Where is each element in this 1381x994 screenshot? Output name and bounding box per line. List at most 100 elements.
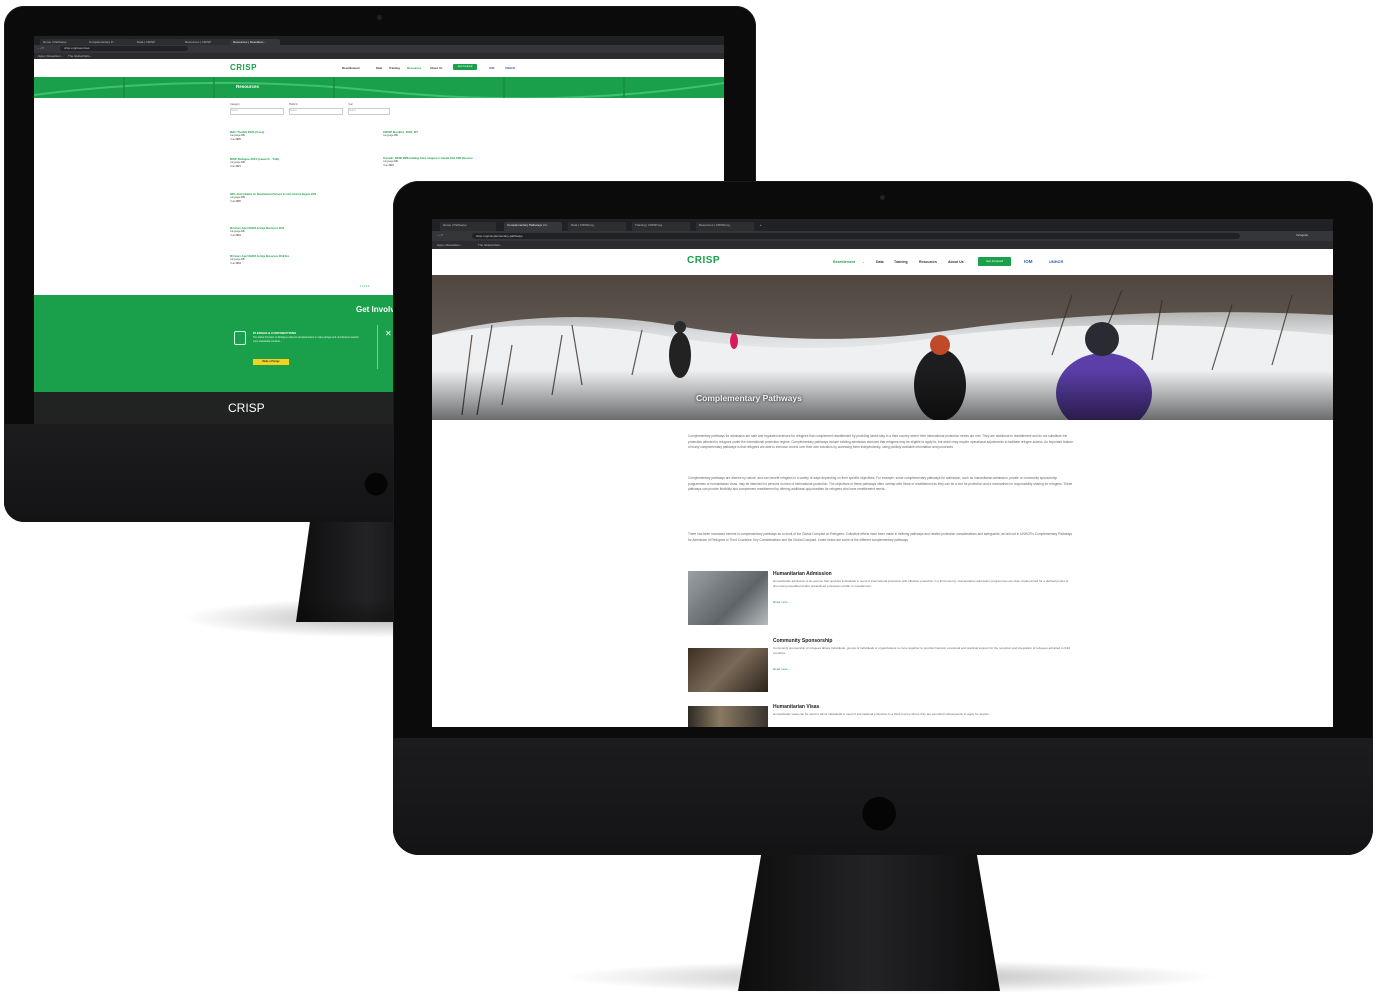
- url-field[interactable]: crisp.org/complementary-pathways: [472, 233, 1240, 239]
- pagination[interactable]: 1 2 3 4 5: [360, 285, 369, 289]
- make-pledge-button[interactable]: Make a Pledge: [253, 359, 289, 365]
- back-tab-bar: Home | Pathways Complementary P... Data …: [34, 36, 724, 50]
- pathway-image: [688, 648, 768, 692]
- apple-logo-icon: ●: [860, 785, 899, 836]
- meta-value: EN: [241, 134, 245, 137]
- nav-buttons-icon[interactable]: ‹ › ⟳: [437, 233, 443, 237]
- meta-value: EN: [241, 161, 245, 164]
- meta-label: Year: [383, 163, 388, 167]
- filter-label: Year: [348, 103, 353, 106]
- url-field[interactable]: crisp.org/resources: [60, 46, 188, 51]
- resource-item: CRISP Booklet_2020_RT Language EN: [383, 130, 533, 138]
- bookmark[interactable]: Apps | Resettlem...: [38, 54, 63, 58]
- page-title: Resources: [236, 84, 260, 89]
- meta-label: Year: [230, 261, 235, 265]
- resource-item: Mi Futuro Aqui UNHCR Anclaje Resources 2…: [230, 227, 380, 237]
- profile-label[interactable]: Incognito: [1296, 233, 1308, 237]
- meta-label: Language: [230, 161, 241, 164]
- meta-label: Language: [383, 160, 394, 163]
- bookmark[interactable]: The Global Refu...: [68, 54, 92, 58]
- pathway-title[interactable]: Community Sponsorship: [773, 638, 832, 644]
- banner-pattern: [34, 77, 724, 98]
- apple-logo-icon: ●: [363, 465, 390, 500]
- hero-title: Complementary Pathways: [696, 393, 802, 403]
- pathway-title[interactable]: Humanitarian Visas: [773, 704, 819, 710]
- pledge-icon: [234, 331, 246, 345]
- year-select[interactable]: Select: [348, 108, 390, 115]
- footer-logo: CRISP: [228, 401, 265, 415]
- nav-resettlement[interactable]: Resettlement: [833, 260, 855, 264]
- pathway-title[interactable]: Humanitarian Admission: [773, 571, 832, 577]
- get-involved-button[interactable]: Get Involved: [453, 64, 477, 70]
- read-more-link[interactable]: Read more →: [773, 600, 792, 604]
- meta-value: ES: [241, 230, 245, 233]
- pathway-card: Humanitarian Admission Humanitarian admi…: [688, 571, 1074, 627]
- meta-label: Year: [230, 233, 235, 237]
- bookmark[interactable]: The Global Refu...: [478, 243, 502, 247]
- pathway-text: Humanitarian visas can be used to admit …: [773, 712, 990, 716]
- nav-resources[interactable]: Resources: [407, 66, 421, 70]
- nav-resources[interactable]: Resources: [919, 260, 937, 264]
- site-logo[interactable]: CRISP: [230, 63, 257, 72]
- iom-logo: IOM: [489, 66, 495, 70]
- nav-about[interactable]: About Us: [430, 66, 442, 70]
- pathway-text: Community sponsorship of refugees allows…: [773, 646, 1071, 655]
- filter-label: Platform: [289, 103, 298, 106]
- back-address-bar: ‹ › ⟳ crisp.org/resources: [34, 45, 724, 53]
- pathway-image: [688, 571, 768, 625]
- platform-select[interactable]: Select: [289, 108, 343, 115]
- nav-about[interactable]: About Us: [948, 260, 964, 264]
- resources-banner: Resources: [34, 77, 724, 98]
- nav-resettlement[interactable]: Resettlement: [342, 66, 360, 70]
- nav-training[interactable]: Training: [389, 66, 400, 70]
- front-screen: Home | Pathways Complementary Pathways |…: [432, 219, 1333, 727]
- resource-item: SRS, Joint Initiative for Resettlement P…: [230, 193, 380, 203]
- bookmark[interactable]: Apps | Resettlem...: [437, 243, 462, 247]
- card-text: The Global Compact on Refugees called on…: [253, 337, 359, 343]
- site-logo[interactable]: CRISP: [687, 255, 720, 266]
- front-address-bar: ‹ › ⟳ crisp.org/complementary-pathways I…: [432, 231, 1333, 241]
- meta-value: EN: [394, 134, 398, 137]
- meta-label: Year: [230, 137, 235, 141]
- meta-value: EN: [241, 196, 245, 199]
- meta-label: Year: [230, 199, 235, 203]
- iom-logo: IOM: [1024, 259, 1033, 264]
- new-tab-icon[interactable]: +: [760, 223, 762, 227]
- front-imac-camera: [880, 195, 885, 200]
- close-icon: ✕: [385, 329, 392, 338]
- meta-label: Language: [230, 134, 241, 137]
- intro-paragraph: Complementary pathways for admission are…: [688, 434, 1073, 450]
- meta-value: 2019: [235, 233, 241, 237]
- pathway-card: Humanitarian Visas Humanitarian visas ca…: [688, 704, 1074, 727]
- unhcr-logo: UNHCR: [1049, 259, 1064, 264]
- card-divider: [377, 325, 378, 369]
- pathway-image: [688, 706, 768, 727]
- nav-buttons-icon[interactable]: ‹ › ⟳: [38, 46, 44, 50]
- back-imac-camera: [377, 15, 382, 20]
- back-bookmarks-bar: Apps | Resettlem... The Global Refu...: [34, 53, 724, 59]
- intro-paragraph: Complementary pathways are diverse by na…: [688, 476, 1073, 492]
- front-imac-stand: [738, 852, 1000, 991]
- pathway-text: Humanitarian admission is an avenue that…: [773, 579, 1069, 588]
- meta-label: Year: [230, 164, 235, 168]
- get-involved-button[interactable]: Get Involved: [978, 257, 1011, 266]
- hero-illustration: [432, 275, 1333, 420]
- meta-label: Language: [230, 258, 241, 261]
- meta-label: Language: [383, 134, 394, 137]
- read-more-link[interactable]: Read more →: [773, 667, 792, 671]
- meta-value: 2021: [235, 164, 241, 168]
- meta-value: 2020: [235, 199, 241, 203]
- nav-training[interactable]: Training: [894, 260, 908, 264]
- nav-data[interactable]: Data: [876, 260, 884, 264]
- category-select[interactable]: Select: [230, 108, 284, 115]
- resource-item: Thematic_CRISP MMR enabling future refug…: [383, 157, 533, 167]
- meta-value: 2019: [235, 261, 241, 265]
- front-tab-bar: Home | Pathways Complementary Pathways |…: [432, 219, 1333, 233]
- resource-item: RISP Refugee 2021 (Launch - ToB) Languag…: [230, 157, 380, 168]
- resource-item: R&C Toolkit 2020 (Core) Language EN Year…: [230, 130, 380, 141]
- meta-label: Language: [230, 230, 241, 233]
- pathway-card: Community Sponsorship Community sponsors…: [688, 638, 1074, 694]
- nav-data[interactable]: Data: [376, 66, 382, 70]
- card-title: PLEDGES & CONTRIBUTIONS: [253, 331, 297, 335]
- meta-value: ES: [241, 258, 245, 261]
